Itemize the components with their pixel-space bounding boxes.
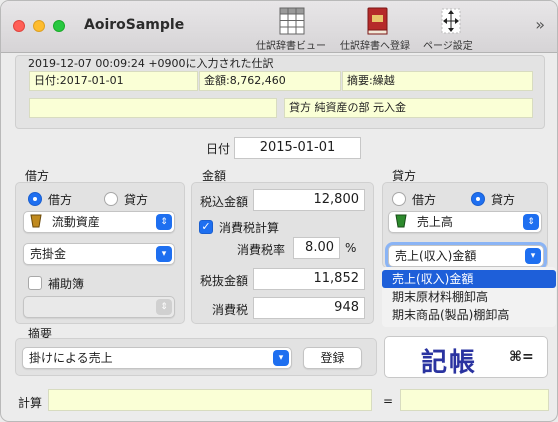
credit-category-select[interactable]: 売上高 ⇕ xyxy=(388,211,542,233)
info-amount-field: 金額:8,762,460 xyxy=(199,71,341,91)
tax-input[interactable]: 948 xyxy=(253,297,365,319)
main-window: AoiroSample 仕訳辞書ビュー 仕訳辞書へ登録 ページ設定 » 2019… xyxy=(0,0,558,422)
toolbar-overflow-button[interactable]: » xyxy=(535,15,545,34)
record-timestamp: 2019-12-07 00:09:24 +0900に入力された仕訳 xyxy=(28,57,274,70)
close-window-button[interactable] xyxy=(13,20,25,32)
date-input[interactable]: 2015-01-01 xyxy=(234,137,361,159)
credit-radio-credit[interactable] xyxy=(471,192,485,206)
credit-radio-debit-label: 借方 xyxy=(412,193,437,207)
calc-expression-input[interactable] xyxy=(48,389,372,411)
memo-value: 掛けによる売上 xyxy=(29,351,113,365)
tax-incl-input[interactable]: 12,800 xyxy=(253,189,365,211)
calc-equals: = xyxy=(383,394,394,408)
menu-item-sales[interactable]: 売上(収入)金額 xyxy=(382,270,556,288)
chevron-down-icon: ▾ xyxy=(273,350,289,366)
post-entry-label: 記帳 xyxy=(421,348,478,378)
info-blank-field xyxy=(29,98,277,118)
journal-info-box: 2019-12-07 00:09:24 +0900に入力された仕訳 日付:201… xyxy=(15,55,545,129)
cup-icon xyxy=(30,214,42,228)
subledger-select[interactable]: ⇕ xyxy=(23,296,175,318)
minimize-window-button[interactable] xyxy=(33,20,45,32)
post-entry-button[interactable]: 記帳 ⌘= xyxy=(384,336,548,378)
toolbar-label: ページ設定 xyxy=(423,41,473,52)
calc-result-field xyxy=(400,389,549,411)
page-setup-icon xyxy=(438,7,464,38)
chevron-updown-icon: ⇕ xyxy=(156,299,172,315)
calc-tax-checkbox[interactable]: ✓ xyxy=(199,220,213,234)
debit-radio-credit-label: 貸方 xyxy=(124,193,149,207)
debit-radio-debit-label: 借方 xyxy=(48,193,73,207)
credit-category-value: 売上高 xyxy=(416,215,453,229)
chevron-down-icon: ▾ xyxy=(156,246,172,262)
toolbar-label: 仕訳辞書ビュー xyxy=(256,41,326,52)
amount-panel: 税込金額 12,800 ✓ 消費税計算 消費税率 8.00 % 税抜金額 11,… xyxy=(191,182,374,324)
maximize-window-button[interactable] xyxy=(53,20,65,32)
memo-register-button[interactable]: 登録 xyxy=(303,347,362,369)
cup-icon xyxy=(395,214,407,228)
debit-account-select[interactable]: 売掛金 ▾ xyxy=(23,243,175,265)
memo-select[interactable]: 掛けによる売上 ▾ xyxy=(22,347,292,369)
credit-account-menu: 売上(収入)金額 期末原材料棚卸高 期末商品(製品)棚卸高 xyxy=(382,267,556,327)
subledger-checkbox[interactable] xyxy=(28,276,42,290)
post-entry-shortcut: ⌘= xyxy=(509,349,534,365)
debit-radio-credit[interactable] xyxy=(104,192,118,206)
credit-radio-credit-label: 貸方 xyxy=(491,193,516,207)
tax-rate-input[interactable]: 8.00 xyxy=(293,237,340,259)
credit-account-select[interactable]: 売上(収入)金額 ▾ xyxy=(388,245,544,267)
memo-panel: 掛けによる売上 ▾ 登録 xyxy=(15,338,377,376)
menu-item-goods-inventory[interactable]: 期末商品(製品)棚卸高 xyxy=(382,306,556,324)
chevron-down-icon: ▾ xyxy=(525,248,541,264)
debit-category-value: 流動資産 xyxy=(51,215,100,229)
credit-radio-debit[interactable] xyxy=(392,192,406,206)
debit-radio-debit[interactable] xyxy=(28,192,42,206)
subledger-label: 補助簿 xyxy=(48,277,85,291)
tax-rate-label: 消費税率 xyxy=(237,243,286,257)
debit-category-select[interactable]: 流動資産 ⇕ xyxy=(23,211,175,233)
tax-excl-input[interactable]: 11,852 xyxy=(253,268,365,290)
info-date-field: 日付:2017-01-01 xyxy=(29,71,198,91)
tax-incl-label: 税込金額 xyxy=(200,195,249,209)
table-grid-icon xyxy=(279,7,305,38)
info-summary-field: 摘要:繰越 xyxy=(342,71,533,91)
credit-panel: 借方 貸方 売上高 ⇕ 売上(収入)金額 ▾ xyxy=(382,182,548,268)
credit-account-value: 売上(収入)金額 xyxy=(395,249,477,263)
window-title: AoiroSample xyxy=(84,17,185,33)
tax-label: 消費税 xyxy=(212,303,249,317)
date-label: 日付 xyxy=(206,142,231,156)
info-account-field: 貸方 純資産の部 元入金 xyxy=(284,98,533,118)
tax-excl-label: 税抜金額 xyxy=(200,274,249,288)
chevron-updown-icon: ⇕ xyxy=(156,214,172,230)
menu-item-raw-materials[interactable]: 期末原材料棚卸高 xyxy=(382,288,556,306)
book-icon xyxy=(365,7,389,38)
chevron-updown-icon: ⇕ xyxy=(523,214,539,230)
debit-panel: 借方 貸方 流動資産 ⇕ 売掛金 ▾ 補助簿 ⇕ xyxy=(15,182,185,324)
calc-tax-label: 消費税計算 xyxy=(219,221,280,235)
calc-label: 計算 xyxy=(18,396,43,410)
tax-rate-unit: % xyxy=(345,241,357,255)
debit-account-value: 売掛金 xyxy=(30,247,67,261)
title-bar: AoiroSample 仕訳辞書ビュー 仕訳辞書へ登録 ページ設定 » xyxy=(1,1,557,53)
toolbar-label: 仕訳辞書へ登録 xyxy=(340,41,410,52)
